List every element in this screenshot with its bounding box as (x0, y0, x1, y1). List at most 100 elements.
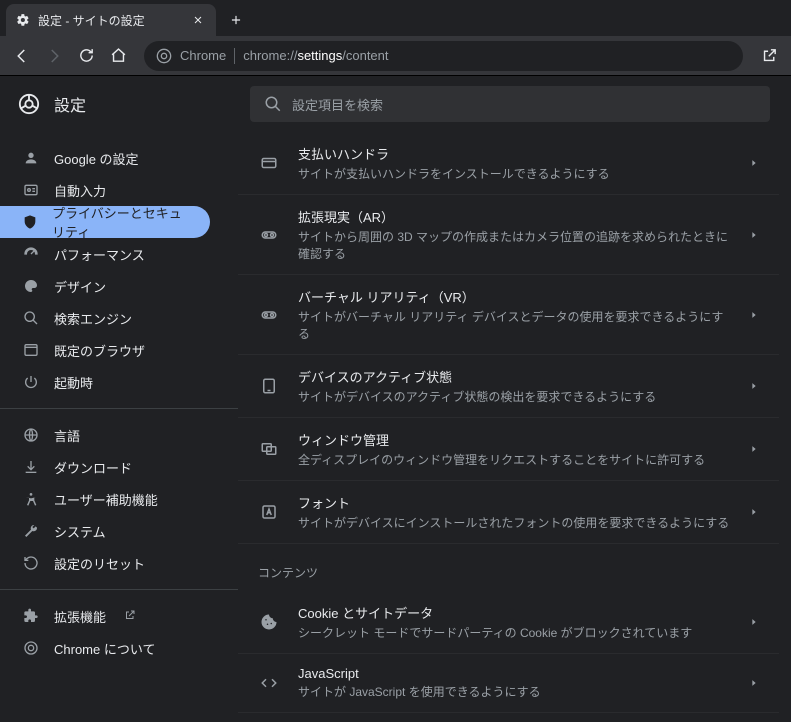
search-icon (22, 310, 40, 326)
shield-icon (22, 214, 38, 230)
external-link-icon (124, 609, 138, 623)
search-placeholder: 設定項目を検索 (292, 95, 383, 114)
cookie-icon (258, 613, 280, 631)
sidebar-item[interactable]: 起動時 (0, 366, 210, 398)
chevron-right-icon (749, 507, 759, 517)
autofill-icon (22, 182, 40, 198)
new-tab-button[interactable] (222, 6, 250, 34)
row-description: シークレット モードでサードパーティの Cookie がブロックされています (298, 624, 731, 641)
sidebar-item[interactable]: 設定のリセット (0, 547, 210, 579)
sidebar-item[interactable]: デザイン (0, 270, 210, 302)
row-title: ウィンドウ管理 (298, 430, 731, 449)
search-icon (264, 95, 282, 113)
settings-row[interactable]: Cookie とサイトデータシークレット モードでサードパーティの Cookie… (238, 591, 779, 654)
gear-icon (16, 13, 30, 27)
vr-icon (258, 306, 280, 324)
reset-icon (22, 555, 40, 571)
home-button[interactable] (104, 42, 132, 70)
sidebar-item[interactable]: システム (0, 515, 210, 547)
browser-icon (22, 342, 40, 358)
sidebar-item[interactable]: ダウンロード (0, 451, 210, 483)
settings-row[interactable]: フォントサイトがデバイスにインストールされたフォントの使用を要求できるようにする (238, 481, 779, 544)
back-button[interactable] (8, 42, 36, 70)
sidebar-item-label: 設定のリセット (54, 554, 145, 573)
palette-icon (22, 278, 40, 294)
settings-row[interactable]: 画像サイトが画像を表示できるようにする (238, 713, 779, 722)
row-title: デバイスのアクティブ状態 (298, 367, 731, 386)
sidebar-item[interactable]: 拡張機能 (0, 600, 210, 632)
settings-row[interactable]: デバイスのアクティブ状態サイトがデバイスのアクティブ状態の検出を要求できるように… (238, 355, 779, 418)
sidebar-item-label: 起動時 (54, 373, 93, 392)
sidebar: Google の設定自動入力プライバシーとセキュリティパフォーマンスデザイン検索… (0, 132, 238, 722)
sidebar-item-label: ダウンロード (54, 458, 132, 477)
row-description: サイトが JavaScript を使用できるようにする (298, 683, 731, 700)
divider (234, 48, 235, 64)
sidebar-item[interactable]: Chrome について (0, 632, 210, 664)
address-bar[interactable]: Chrome chrome://settings/content (144, 41, 743, 71)
settings-search[interactable]: 設定項目を検索 (250, 86, 770, 122)
sidebar-item-label: ユーザー補助機能 (54, 490, 158, 509)
section-label: コンテンツ (238, 544, 779, 591)
wrench-icon (22, 523, 40, 539)
row-title: 拡張現実（AR） (298, 207, 731, 226)
settings-row[interactable]: バーチャル リアリティ（VR） サイトがバーチャル リアリティ デバイスとデータの… (238, 275, 779, 355)
sidebar-divider (0, 589, 238, 590)
settings-row[interactable]: 支払いハンドラサイトが支払いハンドラをインストールできるようにする (238, 132, 779, 195)
reload-button[interactable] (72, 42, 100, 70)
chevron-right-icon (749, 381, 759, 391)
extension-icon (22, 608, 40, 624)
speed-icon (22, 246, 40, 262)
row-description: サイトがデバイスにインストールされたフォントの使用を要求できるようにする (298, 514, 731, 531)
chevron-right-icon (749, 230, 759, 240)
ar-icon (258, 226, 280, 244)
font-icon (258, 503, 280, 521)
sidebar-item-label: デザイン (54, 277, 106, 296)
power-icon (22, 374, 40, 390)
settings-row[interactable]: 拡張現実（AR） サイトから周囲の 3D マップの作成またはカメラ位置の追跡を求め… (238, 195, 779, 275)
chevron-right-icon (749, 310, 759, 320)
row-title: JavaScript (298, 666, 731, 681)
device-icon (258, 377, 280, 395)
chevron-right-icon (749, 444, 759, 454)
row-description: サイトから周囲の 3D マップの作成またはカメラ位置の追跡を求められたときに確認… (298, 228, 731, 262)
window-icon (258, 440, 280, 458)
sidebar-item-label: 検索エンジン (54, 309, 132, 328)
share-button[interactable] (755, 42, 783, 70)
row-description: サイトがバーチャル リアリティ デバイスとデータの使用を要求できるようにする (298, 308, 731, 342)
sidebar-item-label: プライバシーとセキュリティ (52, 203, 188, 241)
sidebar-item[interactable]: 自動入力 (0, 174, 210, 206)
sidebar-item-label: Chrome について (54, 639, 155, 658)
download-icon (22, 459, 40, 475)
main-content: 支払いハンドラサイトが支払いハンドラをインストールできるようにする拡張現実（AR… (238, 132, 791, 722)
sidebar-item[interactable]: ユーザー補助機能 (0, 483, 210, 515)
sidebar-divider (0, 408, 238, 409)
sidebar-item[interactable]: プライバシーとセキュリティ (0, 206, 210, 238)
sidebar-item-label: パフォーマンス (54, 245, 145, 264)
forward-button[interactable] (40, 42, 68, 70)
chrome-icon (156, 48, 172, 64)
payment-icon (258, 154, 280, 172)
globe-icon (22, 427, 40, 443)
row-description: サイトがデバイスのアクティブ状態の検出を要求できるようにする (298, 388, 731, 405)
close-icon[interactable] (190, 12, 206, 28)
sidebar-item[interactable]: 言語 (0, 419, 210, 451)
person-icon (22, 150, 40, 166)
tab-strip: 設定 - サイトの設定 (0, 0, 791, 36)
sidebar-item[interactable]: 検索エンジン (0, 302, 210, 334)
browser-tab[interactable]: 設定 - サイトの設定 (6, 4, 216, 36)
page-title: 設定 (54, 92, 86, 116)
sidebar-item[interactable]: 既定のブラウザ (0, 334, 210, 366)
settings-row[interactable]: JavaScript サイトが JavaScript を使用できるようにする (238, 654, 779, 713)
row-title: Cookie とサイトデータ (298, 603, 731, 622)
chevron-right-icon (749, 158, 759, 168)
sidebar-item[interactable]: Google の設定 (0, 142, 210, 174)
row-description: サイトが支払いハンドラをインストールできるようにする (298, 165, 731, 182)
settings-row[interactable]: ウィンドウ管理全ディスプレイのウィンドウ管理をリクエストすることをサイトに許可す… (238, 418, 779, 481)
settings-page: 設定 設定項目を検索 Google の設定自動入力プライバシーとセキュリティパフ… (0, 76, 791, 722)
sidebar-item-label: 自動入力 (54, 181, 106, 200)
chrome-logo-icon (18, 93, 40, 115)
chevron-right-icon (749, 617, 759, 627)
row-title: バーチャル リアリティ（VR） (298, 287, 731, 306)
url-text: chrome://settings/content (243, 48, 388, 63)
sidebar-item[interactable]: パフォーマンス (0, 238, 210, 270)
